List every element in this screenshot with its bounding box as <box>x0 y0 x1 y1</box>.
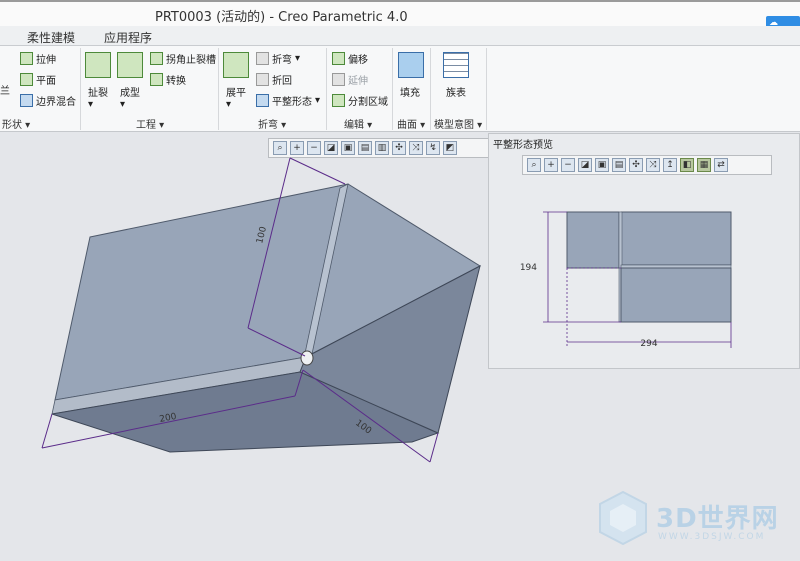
flat-width-dimension[interactable]: 294 <box>640 339 657 349</box>
flange-button[interactable]: 兰 <box>0 82 10 97</box>
fill-button[interactable]: 填充 <box>400 84 420 99</box>
rip-button[interactable]: 扯裂 ▾ <box>88 84 108 110</box>
bend-label: 折弯 <box>272 55 292 66</box>
offset-label: 偏移 <box>348 55 368 66</box>
engineering-group-text: 工程 <box>136 120 156 131</box>
extend-icon <box>332 73 345 86</box>
flat-panel-left <box>566 211 620 269</box>
divider <box>326 48 327 130</box>
surface-group-label[interactable]: 曲面 ▾ <box>397 116 425 131</box>
shape-group-text: 形状 <box>2 120 22 131</box>
corner-relief-hole <box>300 350 314 366</box>
flat-panel-top-right <box>620 211 732 266</box>
form-button[interactable]: 成型 ▾ <box>120 84 140 110</box>
sync-icon[interactable]: ⇄ <box>714 158 728 172</box>
flat-panel-bottom-right <box>620 267 732 323</box>
zoom-in-icon[interactable]: + <box>544 158 558 172</box>
family-table-icon[interactable] <box>443 52 469 78</box>
flat-pattern-preview: 平整形态预览 ⌕ + − ◪ ▣ ▤ ✣ ⤨ ↥ ◧ ▦ ⇄ 194 294 <box>488 133 800 369</box>
divider <box>80 48 81 130</box>
family-table-button[interactable]: 族表 <box>446 84 466 99</box>
shape-group-label[interactable]: 形状 ▾ <box>2 116 30 131</box>
convert-label: 转换 <box>166 76 186 87</box>
extrude-button[interactable]: 拉伸 <box>20 51 56 66</box>
zoom-out-icon[interactable]: − <box>561 158 575 172</box>
cube-logo-icon <box>599 490 647 546</box>
engineering-group-label[interactable]: 工程 ▾ <box>136 116 164 131</box>
plane-icon <box>20 73 33 86</box>
form-label: 成型 <box>120 88 140 99</box>
fill-icon[interactable] <box>398 52 424 78</box>
extend-button[interactable]: 延伸 <box>332 72 368 87</box>
watermark-text: 3D世界网 <box>656 504 779 534</box>
edit-group-text: 编辑 <box>344 120 364 131</box>
boundary-blend-icon <box>20 94 33 107</box>
bend-back-icon <box>256 73 269 86</box>
plane-label: 平面 <box>36 76 56 87</box>
convert-button[interactable]: 转换 <box>150 72 186 87</box>
watermark-url: WWW.3DSJW.COM <box>658 532 766 542</box>
bend-group-label[interactable]: 折弯 ▾ <box>258 116 286 131</box>
offset-icon <box>332 52 345 65</box>
extend-label: 延伸 <box>348 76 368 87</box>
divider <box>392 48 393 130</box>
unbend-button[interactable]: 展平 ▾ <box>226 84 246 110</box>
edit-group-label[interactable]: 编辑 ▾ <box>344 116 372 131</box>
split-area-button[interactable]: 分割区域 <box>332 93 388 108</box>
offset-button[interactable]: 偏移 <box>332 51 368 66</box>
shaded-icon[interactable]: ◧ <box>680 158 694 172</box>
split-area-icon <box>332 94 345 107</box>
split-area-label: 分割区域 <box>348 97 388 108</box>
preview-toolbar: ⌕ + − ◪ ▣ ▤ ✣ ⤨ ↥ ◧ ▦ ⇄ <box>522 155 772 175</box>
preview-title: 平整形态预览 <box>493 140 553 151</box>
extrude-icon <box>20 52 33 65</box>
boundary-blend-button[interactable]: 边界混合 <box>20 93 76 108</box>
divider <box>430 48 431 130</box>
boundary-blend-label: 边界混合 <box>36 97 76 108</box>
convert-icon <box>150 73 163 86</box>
bend-group-text: 折弯 <box>258 120 278 131</box>
model-intent-group-text: 模型意图 <box>434 120 474 131</box>
divider <box>486 48 487 130</box>
surface-group-text: 曲面 <box>397 120 417 131</box>
corner-relief-label: 拐角止裂槽 <box>166 55 216 66</box>
refit-icon[interactable]: ⌕ <box>527 158 541 172</box>
ribbon-tabs: 柔性建模 应用程序 <box>0 26 800 46</box>
annotation-display-icon[interactable]: ⤨ <box>646 158 660 172</box>
edges-icon[interactable]: ▦ <box>697 158 711 172</box>
tab-applications[interactable]: 应用程序 <box>104 29 152 46</box>
ribbon: 兰 拉伸 平面 边界混合 形状 ▾ 扯裂 ▾ 成型 ▾ 拐角止裂槽 转换 工程 ▾ … <box>0 46 800 132</box>
tab-flexible-modeling[interactable]: 柔性建模 <box>27 29 75 46</box>
flat-pattern-icon <box>256 94 269 107</box>
bend-back-button[interactable]: 折回 <box>256 72 292 87</box>
unbend-icon[interactable] <box>223 52 249 78</box>
datum-display-icon[interactable]: ✣ <box>629 158 643 172</box>
flange-label: 兰 <box>0 86 10 97</box>
display-style-icon[interactable]: ▣ <box>595 158 609 172</box>
rip-icon[interactable] <box>85 52 111 78</box>
rip-label: 扯裂 <box>88 88 108 99</box>
watermark: 3D世界网 WWW.3DSJW.COM <box>598 490 798 550</box>
title-bar: PRT0003 (活动的) - Creo Parametric 4.0 ⌃ ? … <box>0 0 800 40</box>
flat-pattern-button[interactable]: 平整形态 ▾ <box>256 93 320 108</box>
model-intent-group-label[interactable]: 模型意图 ▾ <box>434 116 482 131</box>
saved-views-icon[interactable]: ▤ <box>612 158 626 172</box>
window-title: PRT0003 (活动的) - Creo Parametric 4.0 <box>155 10 408 25</box>
form-icon[interactable] <box>117 52 143 78</box>
extrude-label: 拉伸 <box>36 55 56 66</box>
flat-height-dimension[interactable]: 194 <box>520 263 537 273</box>
bend-button[interactable]: 折弯 ▾ <box>256 51 300 66</box>
corner-relief-button[interactable]: 拐角止裂槽 <box>150 51 216 66</box>
plane-button[interactable]: 平面 <box>20 72 56 87</box>
unbend-label: 展平 <box>226 88 246 99</box>
corner-relief-icon <box>150 52 163 65</box>
flat-pattern-label: 平整形态 <box>272 97 312 108</box>
preview-canvas[interactable]: 194 294 <box>489 178 800 370</box>
repaint-icon[interactable]: ◪ <box>578 158 592 172</box>
orient-icon[interactable]: ↥ <box>663 158 677 172</box>
bend-back-label: 折回 <box>272 76 292 87</box>
divider <box>218 48 219 130</box>
bend-icon <box>256 52 269 65</box>
